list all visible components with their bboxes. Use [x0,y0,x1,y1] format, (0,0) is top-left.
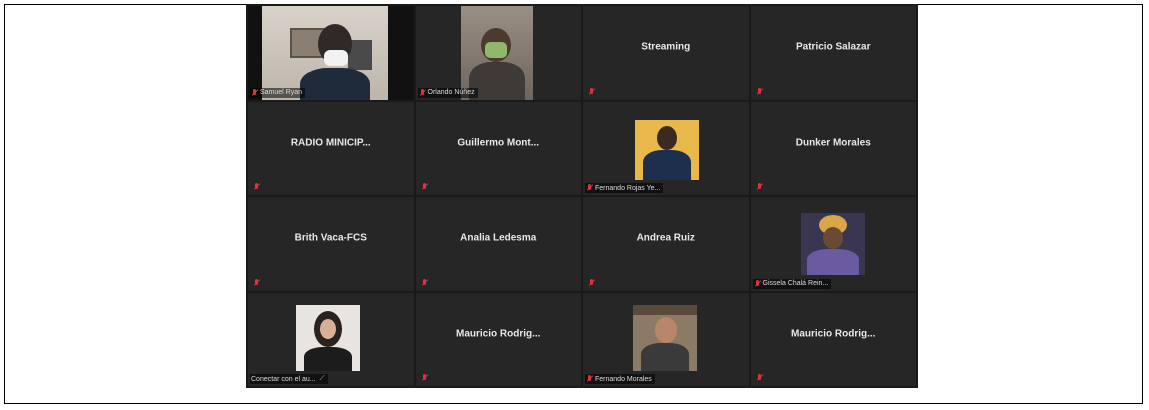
participant-name: Streaming [641,41,691,53]
participant-tile[interactable]: Fernando Rojas Ye... [583,101,749,195]
participant-video [800,213,865,275]
participant-tile[interactable]: Dunker Morales [750,101,916,195]
participant-video [633,304,697,371]
participant-tile[interactable]: Conectar con el au... ⟋ [248,292,414,386]
mic-muted-icon [588,87,595,96]
mic-muted-icon [586,375,593,383]
participant-tile[interactable]: Fernando Morales [583,292,749,386]
participant-name: Mauricio Rodrig... [791,328,876,340]
participant-video [248,6,414,100]
mic-muted-icon [754,279,761,288]
mic-muted-icon [253,278,260,287]
participant-name: Conectar con el au... [251,375,316,383]
participant-video [296,304,360,371]
participant-tile[interactable]: Analia Ledesma [415,197,581,291]
participant-name: RADIO MINICIP... [290,137,371,149]
participant-name: Mauricio Rodrig... [456,328,541,340]
participant-name: Andrea Ruiz [636,232,695,244]
participant-tile[interactable]: Streaming [583,6,749,100]
mic-muted-icon [253,183,260,191]
participant-video [635,119,699,180]
mic-muted-icon [756,374,763,382]
participant-tile[interactable]: Brith Vaca-FCS [248,197,414,291]
participant-tile[interactable]: Mauricio Rodrig... [750,292,916,386]
participant-name: Guillermo Mont... [457,137,540,149]
participant-tile[interactable]: Mauricio Rodrig... [415,292,581,386]
participant-caption: Fernando Rojas Ye... [585,183,664,193]
signal-icon: ⟋ [319,375,325,382]
participant-tile[interactable]: RADIO MINICIP... [248,101,414,195]
participant-tile[interactable]: Patricio Salazar [750,6,916,100]
participant-name: Fernando Morales [595,375,652,383]
participant-caption: Orlando Núñez [417,87,478,98]
participant-video [460,6,533,100]
mic-muted-icon [421,374,428,382]
participant-caption: Gissela Chalá Rein... [752,278,832,289]
mic-muted-icon [588,278,595,287]
participant-caption: Samuel Ryan [250,87,306,98]
participant-name: Analia Ledesma [460,232,537,244]
mic-muted-icon [756,87,763,96]
participant-caption: Fernando Morales [585,374,655,384]
participant-name: Patricio Salazar [796,41,871,53]
participant-tile[interactable]: Andrea Ruiz [583,197,749,291]
participant-caption: Conectar con el au... ⟋ [250,374,328,384]
participant-name: Fernando Rojas Ye... [595,184,661,192]
video-gallery-grid: Samuel Ryan Orlando Núñez Streaming Patr… [246,4,918,388]
participant-tile[interactable]: Gissela Chalá Rein... [750,197,916,291]
mic-muted-icon [421,278,428,287]
participant-tile[interactable]: Guillermo Mont... [415,101,581,195]
participant-name: Gissela Chalá Rein... [762,280,829,287]
mic-muted-icon [586,184,593,192]
participant-name: Orlando Núñez [427,89,475,96]
mic-muted-icon [251,88,258,97]
mic-muted-icon [756,183,763,191]
participant-name: Brith Vaca-FCS [294,232,367,244]
participant-name: Samuel Ryan [260,89,303,96]
participant-tile[interactable]: Orlando Núñez [415,6,581,100]
participant-tile[interactable]: Samuel Ryan [248,6,414,100]
participant-name: Dunker Morales [795,137,871,149]
mic-muted-icon [421,183,428,191]
mic-muted-icon [419,88,426,97]
